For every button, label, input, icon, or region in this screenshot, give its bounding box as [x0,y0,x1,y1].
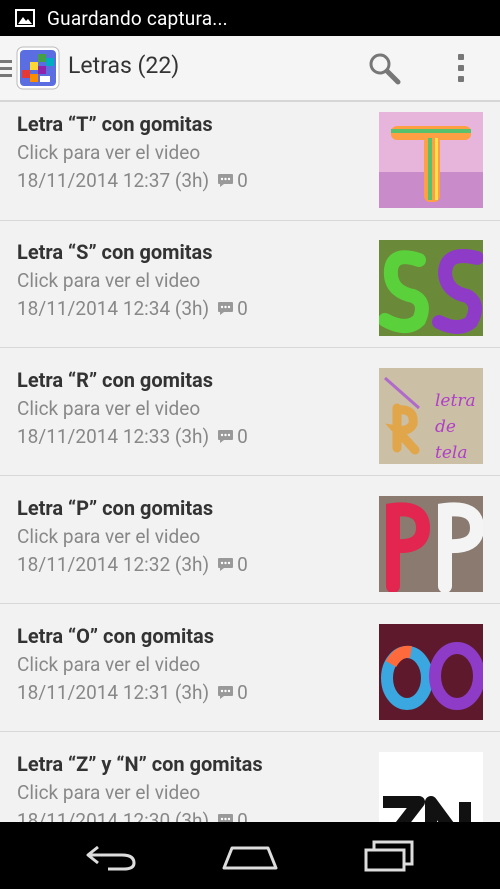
thumbnail-image: letra de tela [379,368,483,464]
back-icon[interactable] [84,839,140,873]
item-subtitle: Click para ver el video [17,269,201,292]
comment-icon [218,174,234,187]
comment-count: 0 [237,809,248,822]
item-date: 18/11/2014 12:31 (3h) [17,681,210,704]
item-subtitle: Click para ver el video [17,653,201,676]
status-notification-text: Guardando captura... [47,6,228,30]
list-item[interactable]: Letra “P” con gomitas Click para ver el … [0,477,500,604]
comment-icon [218,430,234,443]
list-item[interactable]: Letra “T” con gomitas Click para ver el … [0,102,500,221]
comment-count: 0 [237,553,248,576]
list-item[interactable]: Letra “Z” y “N” con gomitas Click para v… [0,733,500,822]
recents-icon[interactable] [362,838,418,874]
comment-count: 0 [237,169,248,192]
item-title: Letra “O” con gomitas [17,624,214,648]
item-subtitle: Click para ver el video [17,781,201,804]
page-title: Letras (22) [68,52,180,79]
drawer-indicator-icon[interactable] [0,58,14,80]
item-date: 18/11/2014 12:34 (3h) [17,297,210,320]
thumbnail-image [379,240,483,336]
item-meta: 18/11/2014 12:32 (3h) 0 [17,553,248,576]
item-subtitle: Click para ver el video [17,141,201,164]
item-title: Letra “Z” y “N” con gomitas [17,752,263,776]
comment-count: 0 [237,681,248,704]
more-vert-icon[interactable] [448,50,474,86]
search-icon[interactable] [366,50,402,86]
item-date: 18/11/2014 12:30 (3h) [17,809,210,822]
comment-icon [218,686,234,699]
list-item[interactable]: Letra “S” con gomitas Click para ver el … [0,221,500,348]
thumbnail-image [379,624,483,720]
app-logo-icon[interactable] [16,46,60,90]
item-subtitle: Click para ver el video [17,525,201,548]
home-icon[interactable] [220,842,280,872]
item-subtitle: Click para ver el video [17,397,201,420]
item-date: 18/11/2014 12:33 (3h) [17,425,210,448]
comment-count: 0 [237,425,248,448]
item-meta: 18/11/2014 12:30 (3h) 0 [17,809,248,822]
comment-icon [218,302,234,315]
thumbnail-image [379,112,483,208]
system-nav-bar [0,822,500,889]
video-list: Letra “T” con gomitas Click para ver el … [0,102,500,822]
comment-count: 0 [237,297,248,320]
list-item[interactable]: Letra “O” con gomitas Click para ver el … [0,605,500,732]
list-item[interactable]: Letra “R” con gomitas Click para ver el … [0,349,500,476]
item-meta: 18/11/2014 12:31 (3h) 0 [17,681,248,704]
thumbnail-caption: letra de tela [435,391,476,463]
item-date: 18/11/2014 12:37 (3h) [17,169,210,192]
thumbnail-image [379,752,483,822]
item-meta: 18/11/2014 12:37 (3h) 0 [17,169,248,192]
item-title: Letra “P” con gomitas [17,496,214,520]
item-title: Letra “T” con gomitas [17,112,213,136]
comment-icon [218,814,234,822]
thumbnail-image [379,496,483,592]
item-meta: 18/11/2014 12:33 (3h) 0 [17,425,248,448]
image-icon [15,9,35,27]
item-title: Letra “R” con gomitas [17,368,214,392]
item-date: 18/11/2014 12:32 (3h) [17,553,210,576]
item-title: Letra “S” con gomitas [17,240,213,264]
item-meta: 18/11/2014 12:34 (3h) 0 [17,297,248,320]
comment-icon [218,558,234,571]
action-bar: Letras (22) [0,36,500,102]
status-bar: Guardando captura... [0,0,500,36]
